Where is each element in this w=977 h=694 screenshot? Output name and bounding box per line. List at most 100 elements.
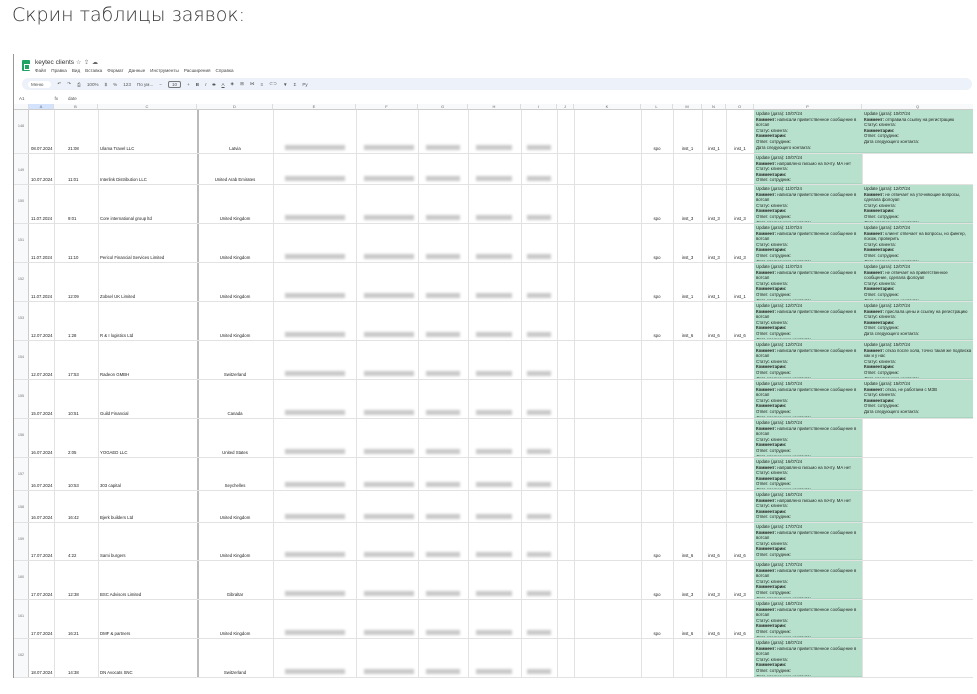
update-note-p[interactable]: Update (дата): 11/07/24 Коммент: написали… xyxy=(754,224,862,262)
percent-icon[interactable]: % xyxy=(113,82,117,87)
time-cell[interactable]: 10:51 xyxy=(68,411,79,416)
update-note-q[interactable]: Update (дата): 12/07/24 Коммент: прислала… xyxy=(862,302,973,340)
row-number[interactable]: 150 xyxy=(14,185,29,223)
owner-cell[interactable]: inst_1 xyxy=(673,294,702,299)
update-note-p[interactable]: Update (дата): 16/07/24 Коммент: направле… xyxy=(754,491,862,522)
date-cell[interactable]: 08.07.2024 xyxy=(31,146,53,151)
owner-cell[interactable]: inst_3 xyxy=(726,592,754,597)
font-size-input[interactable]: 10 xyxy=(167,80,182,88)
time-cell[interactable]: 16:42 xyxy=(68,515,79,520)
country-cell[interactable]: United Kingdom xyxy=(197,631,273,636)
date-cell[interactable]: 18.07.2024 xyxy=(31,670,53,675)
company-cell[interactable]: BSC Advisors Limited xyxy=(100,592,141,597)
update-note-p[interactable]: Update (дата): 17/07/24 Коммент: написали… xyxy=(754,561,862,599)
owner-cell[interactable]: inst_1 xyxy=(702,294,726,299)
company-cell[interactable]: R & I logistics Ltd xyxy=(100,333,133,338)
owner-cell[interactable]: inst_3 xyxy=(702,592,726,597)
menu-item[interactable]: Правка xyxy=(51,68,67,73)
company-cell[interactable]: Guild Financial xyxy=(100,411,128,416)
date-cell[interactable]: 17.07.2024 xyxy=(31,592,53,597)
time-cell[interactable]: 2:05 xyxy=(68,450,76,455)
row-number[interactable]: 152 xyxy=(14,263,29,301)
row-number[interactable]: 151 xyxy=(14,224,29,262)
company-cell[interactable]: 303 capital xyxy=(100,483,121,488)
update-note-p[interactable]: Update (дата): 15/07/24 Коммент: написали… xyxy=(754,380,862,418)
time-cell[interactable]: 12:38 xyxy=(68,592,79,597)
company-cell[interactable]: Interlink Distribution LLC xyxy=(100,177,147,182)
move-icon[interactable]: ⇪ xyxy=(84,59,89,66)
owner-cell[interactable]: inst_1 xyxy=(702,146,726,151)
date-cell[interactable]: 16.07.2024 xyxy=(31,450,53,455)
country-cell[interactable]: United Kingdom xyxy=(197,333,273,338)
company-cell[interactable]: DMF & partners xyxy=(100,631,130,636)
owner-cell[interactable]: inst_3 xyxy=(673,592,702,597)
date-cell[interactable]: 16.07.2024 xyxy=(31,515,53,520)
formula-input[interactable]: date xyxy=(68,96,77,101)
date-cell[interactable]: 10.07.2024 xyxy=(31,177,53,182)
date-cell[interactable]: 17.07.2024 xyxy=(31,553,53,558)
country-cell[interactable]: Latvia xyxy=(197,146,273,151)
country-cell[interactable]: United Arab Emirates xyxy=(197,177,273,182)
time-cell[interactable]: 1:28 xyxy=(68,333,76,338)
update-note-q[interactable]: Update (дата): 12/07/24 Коммент: не отвеч… xyxy=(862,185,973,223)
update-note-p[interactable]: Update (дата): 10/07/24 Коммент: направле… xyxy=(754,154,862,184)
increase-font-icon[interactable]: + xyxy=(187,82,190,87)
time-cell[interactable]: 17:53 xyxy=(68,372,79,377)
owner-cell[interactable]: spo xyxy=(641,592,673,597)
update-note-p[interactable]: Update (дата): 11/07/24 Коммент: написали… xyxy=(754,185,862,223)
update-note-q[interactable]: Update (дата): 12/07/24 Коммент: не отвеч… xyxy=(862,263,973,301)
update-note-p[interactable]: Update (дата): 16/07/24 Коммент: направле… xyxy=(754,458,862,490)
cloud-icon[interactable]: ☁ xyxy=(92,59,98,66)
fill-color-icon[interactable]: ◈ xyxy=(231,81,235,87)
italic-icon[interactable]: I xyxy=(205,82,206,87)
owner-cell[interactable]: inst_6 xyxy=(673,333,702,338)
owner-cell[interactable]: inst_1 xyxy=(673,146,702,151)
borders-icon[interactable]: ⊞ xyxy=(240,81,244,87)
owner-cell[interactable]: inst_1 xyxy=(726,146,754,151)
menu-item[interactable]: Формат xyxy=(107,68,123,73)
country-cell[interactable]: Seychelles xyxy=(197,483,273,488)
row-number[interactable]: 162 xyxy=(14,639,29,677)
row-number[interactable]: 158 xyxy=(14,491,29,522)
name-box[interactable]: A1 xyxy=(19,96,25,101)
menu-item[interactable]: Справка xyxy=(216,68,234,73)
company-cell[interactable]: Sami burgers xyxy=(100,553,126,558)
date-cell[interactable]: 11.07.2024 xyxy=(31,294,52,299)
owner-cell[interactable]: spo xyxy=(641,553,673,558)
update-note-p[interactable]: Update (дата): 12/07/24 Коммент: написали… xyxy=(754,341,862,379)
country-cell[interactable]: Switzerland xyxy=(197,670,273,675)
menu-item[interactable]: Расширения xyxy=(184,68,211,73)
owner-cell[interactable]: inst_6 xyxy=(726,631,754,636)
date-cell[interactable]: 12.07.2024 xyxy=(31,333,53,338)
update-note-p[interactable]: Update (дата): 15/07/24 Коммент: написали… xyxy=(754,419,862,457)
owner-cell[interactable]: inst_3 xyxy=(673,255,702,260)
time-cell[interactable]: 14:38 xyxy=(68,670,79,675)
row-number[interactable]: 159 xyxy=(14,523,29,560)
currency-icon[interactable]: $ xyxy=(105,82,108,87)
company-cell[interactable]: Radeon GMBH xyxy=(100,372,129,377)
company-cell[interactable]: Ulama Travel LLC xyxy=(100,146,134,151)
company-cell[interactable]: Zobsel UK Limited xyxy=(100,294,135,299)
owner-cell[interactable]: spo xyxy=(641,631,673,636)
strikethrough-icon[interactable]: S xyxy=(212,82,215,87)
document-title[interactable]: keytec clients xyxy=(35,59,74,66)
row-number[interactable]: 157 xyxy=(14,458,29,490)
country-cell[interactable]: United Kingdom xyxy=(197,216,273,221)
company-cell[interactable]: DN Avocats SNC xyxy=(100,670,133,675)
menu-item[interactable]: Данные xyxy=(129,68,146,73)
owner-cell[interactable]: spo xyxy=(641,333,673,338)
undo-icon[interactable]: ↶ xyxy=(57,81,61,87)
row-number[interactable]: 148 xyxy=(14,110,29,153)
country-cell[interactable]: Canada xyxy=(197,411,273,416)
country-cell[interactable]: United Kingdom xyxy=(197,553,273,558)
input-tools-icon[interactable]: Py xyxy=(302,82,307,87)
country-cell[interactable]: United Kingdom xyxy=(197,294,273,299)
company-cell[interactable]: Bjerk builders Ltd xyxy=(100,515,133,520)
owner-cell[interactable]: inst_6 xyxy=(726,333,754,338)
owner-cell[interactable]: inst_3 xyxy=(726,216,754,221)
owner-cell[interactable]: inst_3 xyxy=(726,255,754,260)
print-icon[interactable]: ⎙ xyxy=(77,82,81,87)
zoom-select[interactable]: 100% xyxy=(87,82,99,87)
date-cell[interactable]: 11.07.2024 xyxy=(31,216,52,221)
date-cell[interactable]: 15.07.2024 xyxy=(31,411,53,416)
